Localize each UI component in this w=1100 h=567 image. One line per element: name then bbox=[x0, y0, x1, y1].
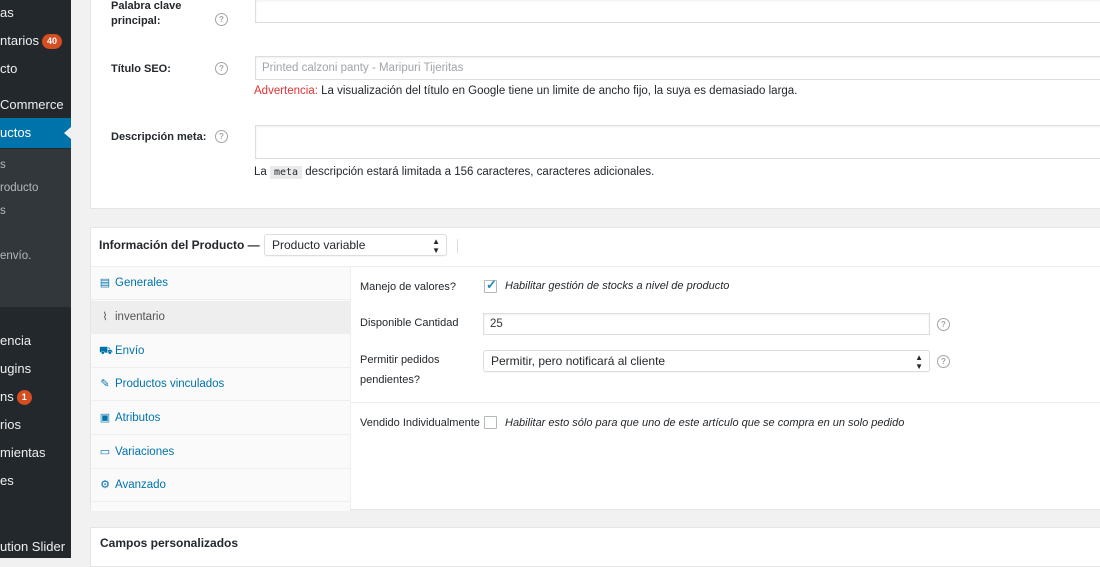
sidebar-subitem-add-product[interactable]: roducto bbox=[0, 180, 38, 196]
sidebar-item-users[interactable]: rios bbox=[0, 417, 21, 433]
variations-icon: ▭ bbox=[99, 446, 111, 458]
stock-quantity-label: Disponible Cantidad bbox=[360, 317, 459, 329]
product-data-title: Información del Producto — bbox=[99, 238, 260, 252]
general-icon: ▤ bbox=[99, 277, 111, 289]
sidebar-item-2[interactable]: cto bbox=[0, 61, 17, 77]
seo-metabox: Palabra clave principal: ? Título SEO: ?… bbox=[90, 0, 1100, 209]
sold-individually-checkbox[interactable] bbox=[484, 416, 497, 429]
seo-title-help-icon[interactable]: ? bbox=[215, 62, 228, 75]
sold-individually-description: Habilitar esto sólo para que uno de este… bbox=[505, 417, 905, 429]
warning-prefix: Advertencia: bbox=[254, 85, 318, 97]
backorders-select[interactable]: Permitir, pero notificará al cliente ▲ ▼ bbox=[483, 350, 930, 372]
sidebar-item-appearance[interactable]: encia bbox=[0, 333, 31, 349]
tab-general[interactable]: ▤ Generales bbox=[91, 267, 350, 300]
tab-advanced[interactable]: ⚙ Avanzado bbox=[91, 469, 350, 502]
manage-stock-description: Habilitar gestión de stocks a nivel de p… bbox=[505, 280, 730, 292]
attributes-icon: ▣ bbox=[99, 412, 111, 424]
sidebar-subitem-shipping[interactable]: envío. bbox=[0, 248, 31, 264]
sidebar-item-products[interactable]: uctos bbox=[0, 118, 71, 148]
tab-linked-products[interactable]: ✎ Productos vinculados bbox=[91, 368, 350, 401]
sidebar-item-woocommerce[interactable]: Commerce bbox=[0, 97, 64, 113]
link-icon: ✎ bbox=[100, 378, 110, 390]
select-arrows-icon: ▲ ▼ bbox=[432, 237, 440, 255]
manage-stock-label: Manejo de valores? bbox=[360, 281, 457, 293]
advanced-icon: ⚙ bbox=[100, 479, 110, 491]
admin-sidebar: as ntarios 40 cto Commerce uctos s roduct… bbox=[0, 0, 71, 558]
meta-description-label: Descripción meta: bbox=[111, 131, 207, 143]
meta-description-textarea[interactable] bbox=[255, 125, 1100, 159]
current-menu-arrow bbox=[64, 127, 71, 139]
sidebar-item-11[interactable]: ns 1 bbox=[0, 389, 32, 405]
sidebar-item-comments[interactable]: ntarios 40 bbox=[0, 33, 63, 49]
sidebar-item-0[interactable]: as bbox=[0, 5, 14, 21]
custom-fields-title[interactable]: Campos personalizados bbox=[100, 536, 238, 551]
update-count-badge: 1 bbox=[16, 390, 32, 405]
sold-individually-label: Vendido Individualmente bbox=[360, 417, 480, 429]
product-data-header: Información del Producto — Producto vari… bbox=[91, 228, 1100, 267]
tab-attributes[interactable]: ▣ Atributos bbox=[91, 402, 350, 435]
seo-title-warning: Advertencia: La visualización del título… bbox=[254, 85, 797, 97]
stock-quantity-input[interactable]: 25 bbox=[483, 313, 930, 335]
meta-description-help-icon[interactable]: ? bbox=[215, 130, 228, 143]
stock-quantity-help-icon[interactable]: ? bbox=[937, 318, 950, 331]
panel-divider bbox=[351, 402, 1100, 403]
tab-shipping[interactable]: ⛟ Envío bbox=[91, 335, 350, 368]
backorders-label-line2: pendientes? bbox=[360, 374, 420, 386]
manage-stock-checkbox[interactable]: ✓ bbox=[484, 277, 497, 293]
sidebar-submenu bbox=[0, 149, 71, 307]
sidebar-item-tools[interactable]: mientas bbox=[0, 445, 46, 461]
sidebar-item-settings[interactable]: es bbox=[0, 473, 14, 489]
tab-inventory[interactable]: ⌇ inventario bbox=[91, 301, 350, 334]
shipping-icon: ⛟ bbox=[99, 345, 113, 357]
focus-keyword-help-icon[interactable]: ? bbox=[215, 13, 228, 26]
comments-count-badge: 40 bbox=[42, 34, 63, 49]
meta-code: meta bbox=[270, 166, 303, 179]
seo-title-input[interactable]: Printed calzoni panty - Maripuri Tijerit… bbox=[255, 56, 1100, 80]
backorders-help-icon[interactable]: ? bbox=[937, 355, 950, 368]
backorders-label-line1: Permitir pedidos bbox=[360, 354, 440, 366]
product-data-metabox: Información del Producto — Producto vari… bbox=[90, 227, 1100, 511]
custom-fields-metabox: Campos personalizados bbox=[90, 527, 1100, 567]
sidebar-item-plugins[interactable]: ugins bbox=[0, 361, 31, 377]
meta-description-note: La meta descripción estará limitada a 15… bbox=[254, 166, 655, 179]
focus-keyword-label: Palabra clave principal: bbox=[111, 0, 182, 27]
sidebar-item-revolution-slider[interactable]: ution Slider bbox=[0, 539, 65, 555]
sidebar-subitem-2[interactable]: s bbox=[0, 203, 6, 219]
select-arrows-icon: ▲ ▼ bbox=[915, 353, 923, 371]
checkmark-icon: ✓ bbox=[486, 277, 497, 292]
sidebar-subitem-0[interactable]: s bbox=[0, 157, 6, 173]
product-data-tabs: ▤ Generales ⌇ inventario ⛟ Envío ✎ Productos… bbox=[91, 267, 351, 511]
warning-text: La visualización del título en Google ti… bbox=[317, 85, 798, 97]
focus-keyword-input[interactable] bbox=[255, 0, 1100, 23]
seo-title-label: Título SEO: bbox=[111, 63, 171, 75]
inventory-icon: ⌇ bbox=[102, 311, 108, 323]
product-type-select[interactable]: Producto variable ▲ ▼ bbox=[264, 234, 447, 256]
header-separator bbox=[457, 239, 458, 253]
tab-variations[interactable]: ▭ Variaciones bbox=[91, 436, 350, 469]
